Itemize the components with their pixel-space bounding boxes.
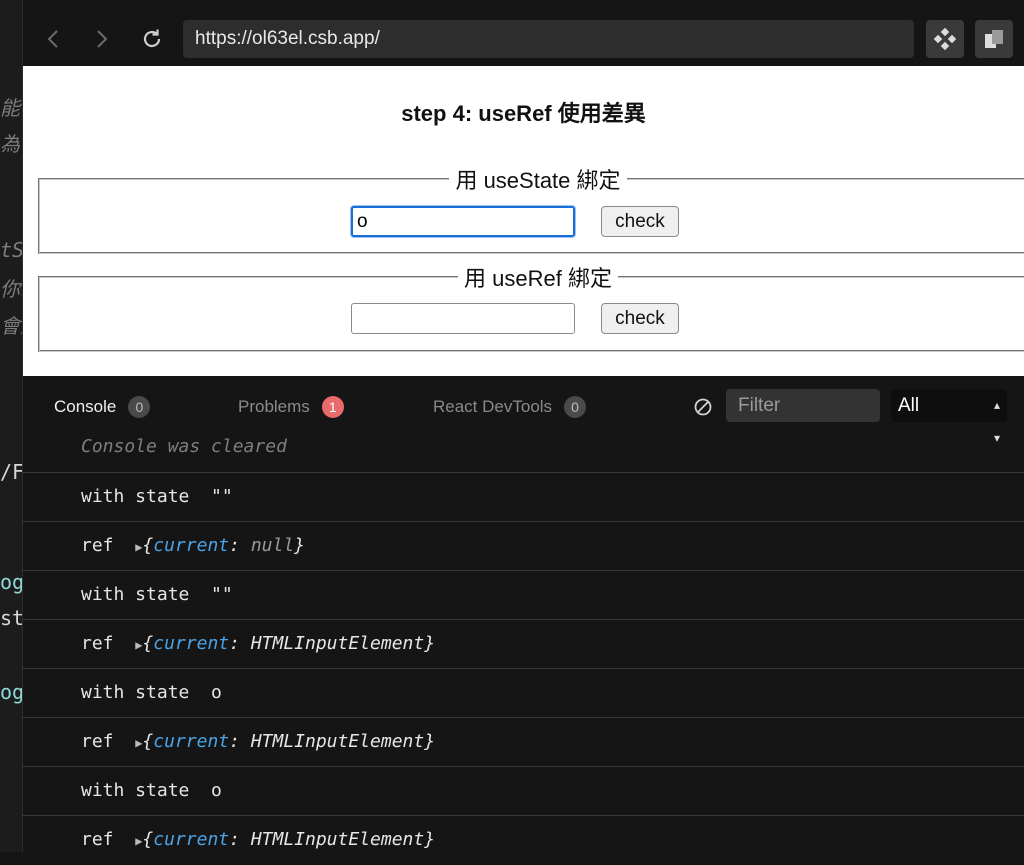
back-button[interactable] [38, 24, 68, 54]
forward-button[interactable] [87, 24, 117, 54]
log-entry: with state o [23, 766, 1024, 815]
useref-legend: 用 useRef 綁定 [464, 266, 612, 291]
tab-react-devtools[interactable]: React DevTools 0 [433, 396, 587, 418]
tab-problems[interactable]: Problems 1 [238, 396, 344, 418]
code-fragment: st [0, 606, 22, 630]
code-fragment: 你就 [0, 277, 22, 301]
usestate-input[interactable] [351, 206, 575, 237]
log-entry: with state "" [23, 570, 1024, 619]
open-in-window-button[interactable] [975, 20, 1013, 58]
error-count-badge: 1 [321, 396, 344, 418]
log-entry: ref ▶{current: HTMLInputElement} [23, 815, 1024, 864]
log-level-value: All [898, 395, 920, 416]
tab-console[interactable]: Console 0 [54, 396, 151, 418]
code-editor-strip: 能 為 tS 你就 會動 /F og st og [0, 0, 22, 852]
console-panel: Console 0 Problems 1 React DevTools 0 All ▴… [23, 376, 1024, 852]
useref-input[interactable] [351, 303, 575, 334]
code-fragment: 為 [0, 132, 20, 156]
extensions-button[interactable] [926, 20, 964, 58]
console-filter-input[interactable] [726, 389, 880, 422]
tab-label: React DevTools [433, 397, 553, 416]
log-entry: with state "" [23, 472, 1024, 521]
useref-check-button[interactable]: check [601, 303, 679, 334]
log-entry: ref ▶{current: null} [23, 521, 1024, 570]
tab-label: Console [54, 397, 117, 416]
reload-button[interactable] [137, 24, 167, 54]
url-bar[interactable]: https://ol63el.csb.app/ [183, 20, 914, 58]
count-badge: 0 [564, 396, 587, 418]
code-fragment: 能 [0, 96, 20, 120]
code-fragment: tS [0, 238, 22, 262]
usestate-legend: 用 useState 綁定 [455, 168, 621, 193]
tab-label: Problems [238, 397, 310, 416]
usestate-check-button[interactable]: check [601, 206, 679, 237]
code-fragment: 會動 [0, 314, 22, 338]
page-title: step 4: useRef 使用差異 [401, 101, 646, 126]
chevron-right-icon [97, 30, 108, 48]
log-level-select[interactable]: All ▴ ▾ [891, 389, 1007, 445]
open-window-icon [985, 30, 1003, 48]
reload-icon [143, 29, 161, 48]
chevron-left-icon [47, 30, 58, 48]
code-fragment: og [0, 680, 22, 704]
log-entry: ref ▶{current: HTMLInputElement} [23, 619, 1024, 668]
page-preview: step 4: useRef 使用差異 用 useState 綁定 check … [23, 66, 1024, 376]
log-entry: with state o [23, 668, 1024, 717]
log-entry: ref ▶{current: HTMLInputElement} [23, 717, 1024, 766]
code-fragment: og [0, 570, 22, 594]
diamond-grid-icon [933, 27, 957, 51]
code-fragment: /F [0, 460, 22, 484]
browser-toolbar: https://ol63el.csb.app/ [23, 0, 1024, 66]
clear-console-icon[interactable] [693, 397, 713, 417]
console-cleared-message: Console was cleared [81, 436, 287, 457]
count-badge: 0 [128, 396, 151, 418]
